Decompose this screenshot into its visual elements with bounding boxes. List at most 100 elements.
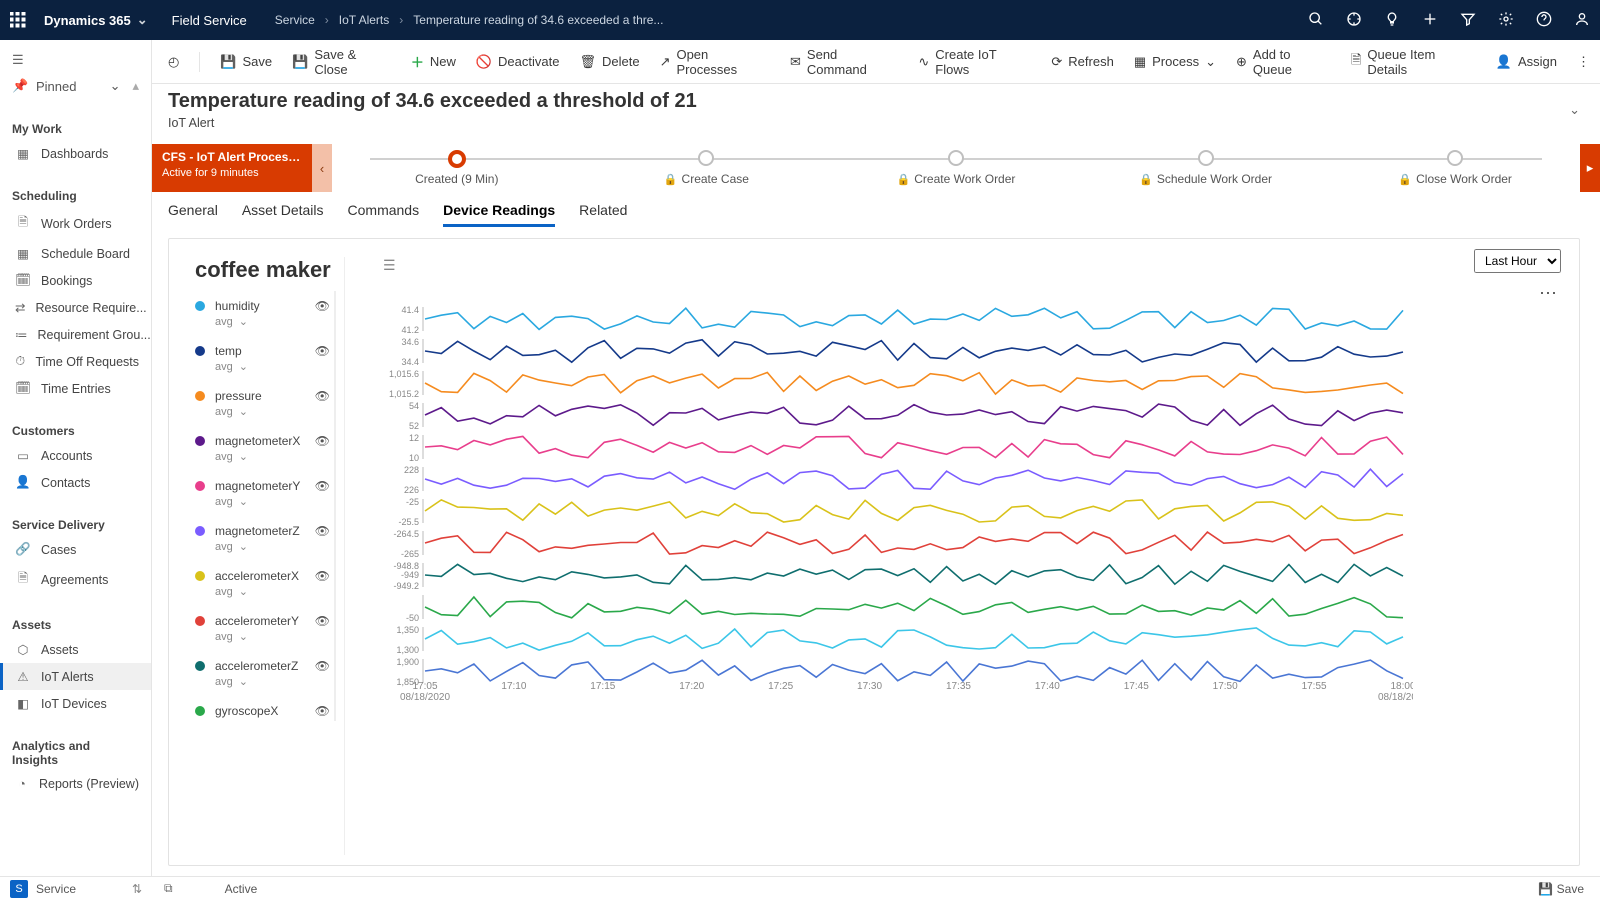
visibility-icon[interactable]: 👁 [315,344,330,358]
nav-section-title: Analytics and Insights [0,735,151,771]
save-button[interactable]: 💾 Save [220,54,272,70]
process-advance-button[interactable]: ▸ [1580,144,1600,192]
popout-icon[interactable]: ⧉ [152,881,185,896]
legend-item[interactable]: accelerometerXavg⌄👁 [195,561,330,606]
tab[interactable]: Related [579,202,627,227]
nav-item[interactable]: ⚠IoT Alerts [0,663,151,690]
gear-icon[interactable] [1498,11,1514,30]
svg-text:-50: -50 [406,613,419,623]
process-stage[interactable]: 🔒Schedule Work Order [1081,144,1331,192]
nav-item[interactable]: ⇄Resource Require... [0,294,151,321]
process-header[interactable]: CFS - IoT Alert Process Fl... Active for… [152,144,312,192]
process-stage[interactable]: 🔒Close Work Order [1330,144,1580,192]
nav-item[interactable]: 🗎Agreements [0,563,151,596]
area-switcher[interactable]: SService⇅ [0,880,152,898]
create-flows-button[interactable]: ∿ Create IoT Flows [918,47,1031,77]
tab[interactable]: Device Readings [443,202,555,227]
pinned-section[interactable]: 📌Pinned ⌄▴ [0,72,151,100]
process-stage[interactable]: 🔒Create Case [582,144,832,192]
legend-item[interactable]: accelerometerZavg⌄👁 [195,651,330,696]
nav-item[interactable]: 🗎Work Orders [0,207,151,240]
nav-item[interactable]: 🔗Cases [0,536,151,563]
send-command-button[interactable]: ✉ Send Command [790,47,898,77]
add-to-queue-button[interactable]: ⊕ Add to Queue [1236,47,1331,77]
process-stage[interactable]: 🔒Create Work Order [831,144,1081,192]
process-button[interactable]: ▦ Process ⌄ [1134,54,1216,70]
nav-item[interactable]: 👤Contacts [0,469,151,496]
crumb: Temperature reading of 34.6 exceeded a t… [413,13,663,27]
svg-text:17:05: 17:05 [412,681,437,692]
tab[interactable]: General [168,202,218,227]
visibility-icon[interactable]: 👁 [315,299,330,313]
visibility-icon[interactable]: 👁 [315,389,330,403]
save-close-button[interactable]: 💾 Save & Close [292,47,391,77]
visibility-icon[interactable]: 👁 [315,614,330,628]
crumb[interactable]: Service [275,13,315,27]
time-range-select[interactable]: Last Hour [1474,249,1561,273]
visibility-icon[interactable]: 👁 [315,479,330,493]
legend-item[interactable]: pressureavg⌄👁 [195,381,330,426]
legend-item[interactable]: humidityavg⌄👁 [195,291,330,336]
svg-text:34.4: 34.4 [401,357,419,367]
assign-button[interactable]: 👤 Assign [1496,54,1557,70]
visibility-icon[interactable]: 👁 [315,524,330,538]
nav-item[interactable]: 🗓Bookings [0,267,151,294]
nav-item[interactable]: ≔Requirement Grou... [0,321,151,348]
visibility-icon[interactable]: 👁 [315,569,330,583]
nav-item[interactable]: ⏱Time Off Requests [0,348,151,375]
svg-text:228: 228 [404,465,419,475]
delete-button[interactable]: 🗑 Delete [579,54,639,70]
expand-icon[interactable]: ⌄ [1569,102,1580,118]
plus-icon[interactable] [1422,11,1438,30]
new-button[interactable]: ＋ New [411,52,456,71]
go-back-button[interactable]: ◴ [168,54,179,70]
layers-icon[interactable]: ☰ [383,257,396,274]
legend-item[interactable]: magnetometerXavg⌄👁 [195,426,330,471]
nav-item[interactable]: ▦Schedule Board [0,240,151,267]
visibility-icon[interactable]: 👁 [315,704,330,718]
target-icon[interactable] [1346,11,1362,30]
svg-text:08/18/2020: 08/18/2020 [400,692,450,703]
user-icon[interactable] [1574,11,1590,30]
bulb-icon[interactable] [1384,11,1400,30]
filter-icon[interactable] [1460,11,1476,30]
open-processes-button[interactable]: ↗ Open Processes [660,47,770,77]
search-icon[interactable] [1308,11,1324,30]
queue-item-button[interactable]: 🗎 Queue Item Details [1351,47,1476,77]
svg-text:17:55: 17:55 [1302,681,1327,692]
waffle-icon[interactable] [10,12,26,28]
deactivate-button[interactable]: 🚫 Deactivate [476,54,560,70]
more-icon[interactable]: ⋯ [1539,283,1559,304]
process-collapse-button[interactable]: ‹ [312,144,332,192]
visibility-icon[interactable]: 👁 [315,434,330,448]
svg-text:17:45: 17:45 [1124,681,1149,692]
tab[interactable]: Asset Details [242,202,324,227]
hamburger-icon[interactable]: ☰ [0,48,151,72]
svg-text:18:00: 18:00 [1390,681,1413,692]
crumb[interactable]: IoT Alerts [339,13,389,27]
global-header: Dynamics 365 ⌄ Field Service Service› Io… [0,0,1600,40]
visibility-icon[interactable]: 👁 [315,659,330,673]
record-status: Active [185,882,258,896]
nav-item[interactable]: ▭Accounts [0,442,151,469]
module-name[interactable]: Field Service [172,13,247,28]
brand[interactable]: Dynamics 365 ⌄ [44,12,148,28]
tab[interactable]: Commands [348,202,420,227]
help-icon[interactable] [1536,11,1552,30]
legend-item[interactable]: magnetometerZavg⌄👁 [195,516,330,561]
legend-item[interactable]: magnetometerYavg⌄👁 [195,471,330,516]
process-stage[interactable]: Created (9 Min) [332,144,582,192]
legend-item[interactable]: gyroscopeXavg⌄👁 [195,696,330,721]
legend-item[interactable]: tempavg⌄👁 [195,336,330,381]
nav-item[interactable]: ▦Dashboards [0,140,151,167]
overflow-icon[interactable]: ⋮ [1577,54,1590,70]
nav-item[interactable]: ⬡Assets [0,636,151,663]
legend-item[interactable]: accelerometerYavg⌄👁 [195,606,330,651]
nav-item[interactable]: ◔Reports (Preview) [0,771,151,797]
svg-text:1,900: 1,900 [396,657,419,667]
refresh-button[interactable]: ⟳ Refresh [1051,54,1113,70]
nav-item[interactable]: 🗓Time Entries [0,375,151,402]
nav-item[interactable]: ◧IoT Devices [0,690,151,717]
svg-text:-25: -25 [406,497,419,507]
footer-save[interactable]: 💾 Save [1538,882,1600,896]
